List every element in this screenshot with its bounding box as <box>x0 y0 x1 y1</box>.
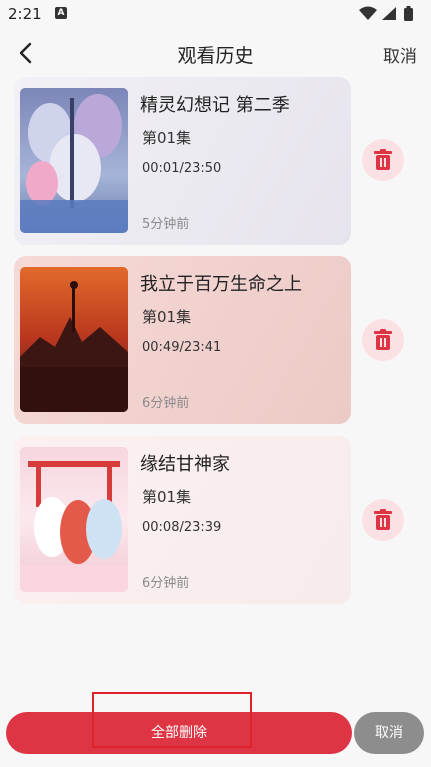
anime-title: 精灵幻想记 第二季 <box>140 95 290 116</box>
delete-button[interactable] <box>362 139 404 181</box>
watch-history-screen: 2:21 A 观看历史 取消 精灵幻想记 第二季 第01集 00:01/23:5… <box>0 0 431 767</box>
status-time: 2:21 <box>8 5 42 23</box>
anime-title: 缘结甘神家 <box>140 454 230 475</box>
watch-progress: 00:01/23:50 <box>142 161 222 176</box>
bottom-cancel-button[interactable]: 取消 <box>354 712 424 754</box>
episode-label: 第01集 <box>142 129 192 147</box>
wifi-icon <box>359 6 377 20</box>
back-button[interactable] <box>10 36 44 70</box>
trash-icon <box>374 329 392 350</box>
episode-label: 第01集 <box>142 488 192 506</box>
header-cancel-button[interactable]: 取消 <box>383 42 417 67</box>
delete-button[interactable] <box>362 499 404 541</box>
cover-image <box>20 447 128 592</box>
watch-progress: 00:49/23:41 <box>142 340 222 355</box>
notification-icon: A <box>55 7 67 19</box>
cover-image <box>20 267 128 412</box>
page-title: 观看历史 <box>177 45 254 67</box>
signal-icon <box>382 7 396 20</box>
status-icons <box>359 6 413 21</box>
watched-time-ago: 6分钟前 <box>142 396 190 411</box>
history-item[interactable]: 精灵幻想记 第二季 第01集 00:01/23:50 5分钟前 <box>14 77 351 245</box>
history-item[interactable]: 缘结甘神家 第01集 00:08/23:39 6分钟前 <box>14 436 351 604</box>
watched-time-ago: 6分钟前 <box>142 576 190 591</box>
history-item[interactable]: 我立于百万生命之上 第01集 00:49/23:41 6分钟前 <box>14 256 351 424</box>
status-bar: 2:21 A <box>0 0 431 28</box>
delete-button[interactable] <box>362 319 404 361</box>
episode-label: 第01集 <box>142 308 192 326</box>
anime-title: 我立于百万生命之上 <box>140 274 302 295</box>
trash-icon <box>374 149 392 170</box>
chevron-left-icon <box>19 42 32 64</box>
watched-time-ago: 5分钟前 <box>142 217 190 232</box>
cover-image <box>20 88 128 233</box>
header: 观看历史 取消 <box>0 28 431 78</box>
delete-all-button[interactable]: 全部删除 <box>6 712 352 754</box>
trash-icon <box>374 509 392 530</box>
battery-icon <box>404 6 413 21</box>
watch-progress: 00:08/23:39 <box>142 520 222 535</box>
